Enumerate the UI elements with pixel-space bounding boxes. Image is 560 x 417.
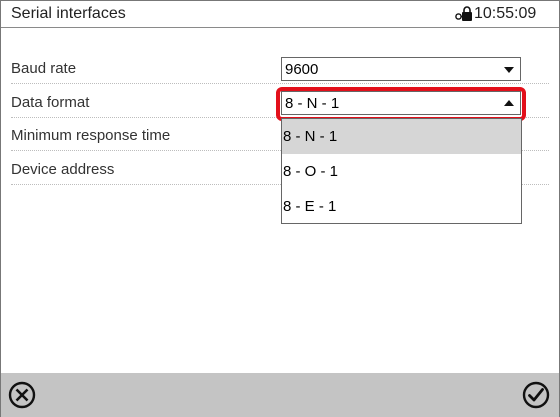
data-format-select[interactable]: 8 - N - 1 (281, 91, 521, 115)
chevron-down-icon (504, 67, 514, 73)
dropdown-option[interactable]: 8 - N - 1 (282, 119, 521, 154)
lock-key-icon (455, 6, 472, 21)
close-circle-icon[interactable] (8, 381, 36, 409)
setting-label: Baud rate (11, 60, 77, 77)
check-circle-icon[interactable] (522, 381, 550, 409)
dropdown-option[interactable]: 8 - E - 1 (282, 189, 521, 224)
bottom-bar (1, 373, 559, 417)
row-divider (11, 83, 549, 84)
clock-time: 10:55:09 (474, 5, 537, 22)
dropdown-option[interactable]: 8 - O - 1 (282, 154, 521, 189)
setting-label: Device address (11, 161, 115, 178)
data-format-dropdown: 8 - N - 1 8 - O - 1 8 - E - 1 (281, 118, 522, 224)
select-value: 9600 (285, 61, 319, 78)
setting-label: Data format (11, 94, 90, 111)
page-title: Serial interfaces (11, 5, 126, 22)
select-value: 8 - N - 1 (285, 95, 340, 112)
setting-label: Minimum response time (11, 127, 171, 144)
device-screen: Serial interfaces 10:55:09 Baud rate 960… (0, 0, 560, 417)
baud-rate-select[interactable]: 9600 (281, 57, 521, 81)
chevron-up-icon (504, 100, 514, 106)
title-bar: Serial interfaces 10:55:09 (1, 1, 559, 28)
